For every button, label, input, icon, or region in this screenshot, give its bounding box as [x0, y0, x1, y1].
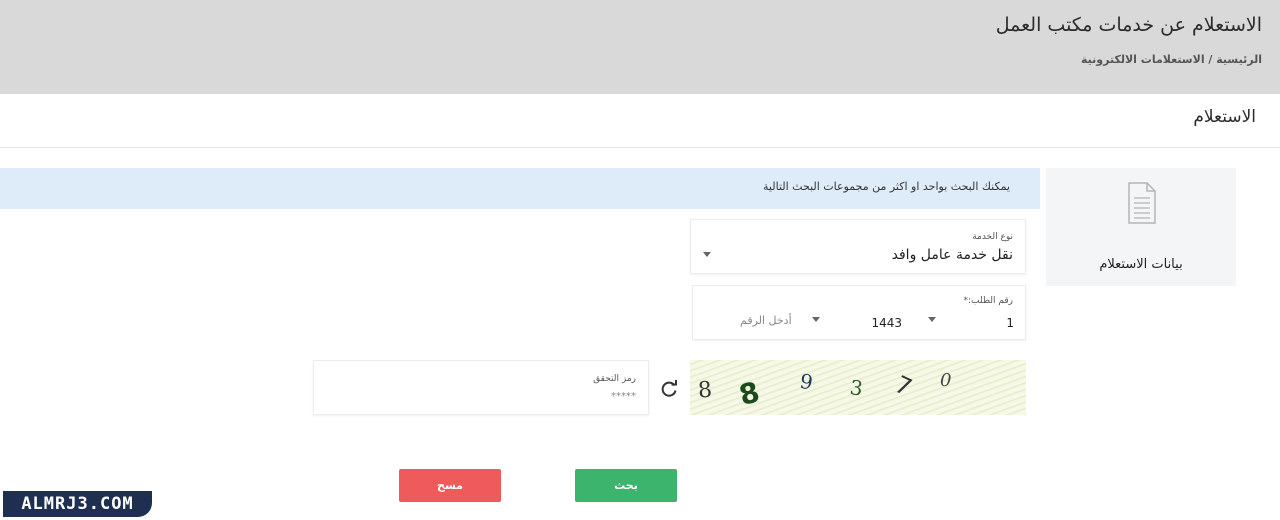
page-title: الاستعلام عن خدمات مكتب العمل — [995, 14, 1262, 36]
service-type-select[interactable]: نوع الخدمة نقل خدمة عامل وافد — [690, 219, 1026, 274]
watermark-logo: ALMRJ3.COM — [3, 491, 152, 517]
card-header: الاستعلام — [0, 94, 1280, 148]
card-title: الاستعلام — [1193, 107, 1256, 127]
request-part1-value: 1 — [1006, 316, 1014, 330]
request-number-input[interactable]: أدخل الرقم — [740, 314, 792, 327]
request-year-value: 1443 — [871, 316, 902, 330]
request-number-label: رقم الطلب:* — [963, 296, 1013, 306]
breadcrumb[interactable]: الرئيسية / الاستعلامات الالكترونية — [1081, 53, 1262, 66]
captcha-digit: 7 — [890, 370, 916, 402]
captcha-label: رمز التحقق — [593, 374, 636, 384]
captcha-value: ***** — [611, 391, 636, 402]
captcha-digit: 9 — [798, 369, 815, 395]
request-year-select[interactable]: 1443 — [808, 307, 908, 335]
info-text: يمكنك البحث بواحد او اكثر من مجموعات الب… — [763, 180, 1010, 193]
info-banner: يمكنك البحث بواحد او اكثر من مجموعات الب… — [0, 168, 1040, 209]
page-header: الاستعلام عن خدمات مكتب العمل الرئيسية /… — [0, 0, 1280, 94]
refresh-icon[interactable] — [659, 379, 679, 399]
inquiry-card: الاستعلام — [0, 94, 1280, 520]
chevron-down-icon — [812, 317, 820, 322]
captcha-digit: 8 — [736, 375, 763, 412]
chevron-down-icon — [928, 317, 936, 322]
side-tab-label: بيانات الاستعلام — [1099, 257, 1183, 272]
captcha-digit: 8 — [697, 377, 713, 403]
chevron-down-icon — [703, 252, 711, 257]
clear-button[interactable]: مسح — [399, 469, 501, 502]
captcha-digit: 3 — [848, 375, 864, 401]
service-type-label: نوع الخدمة — [972, 232, 1013, 242]
captcha-input[interactable]: رمز التحقق ***** — [313, 360, 649, 415]
request-part1-select[interactable]: 1 — [920, 307, 1020, 335]
search-button[interactable]: بحث — [575, 469, 677, 502]
captcha-digits: 8 8 9 3 7 0 — [697, 369, 951, 412]
captcha-image: 8 8 9 3 7 0 — [690, 360, 1026, 415]
service-type-value: نقل خدمة عامل وافد — [891, 247, 1013, 263]
document-icon — [1128, 182, 1156, 224]
captcha-digit: 0 — [940, 370, 951, 391]
